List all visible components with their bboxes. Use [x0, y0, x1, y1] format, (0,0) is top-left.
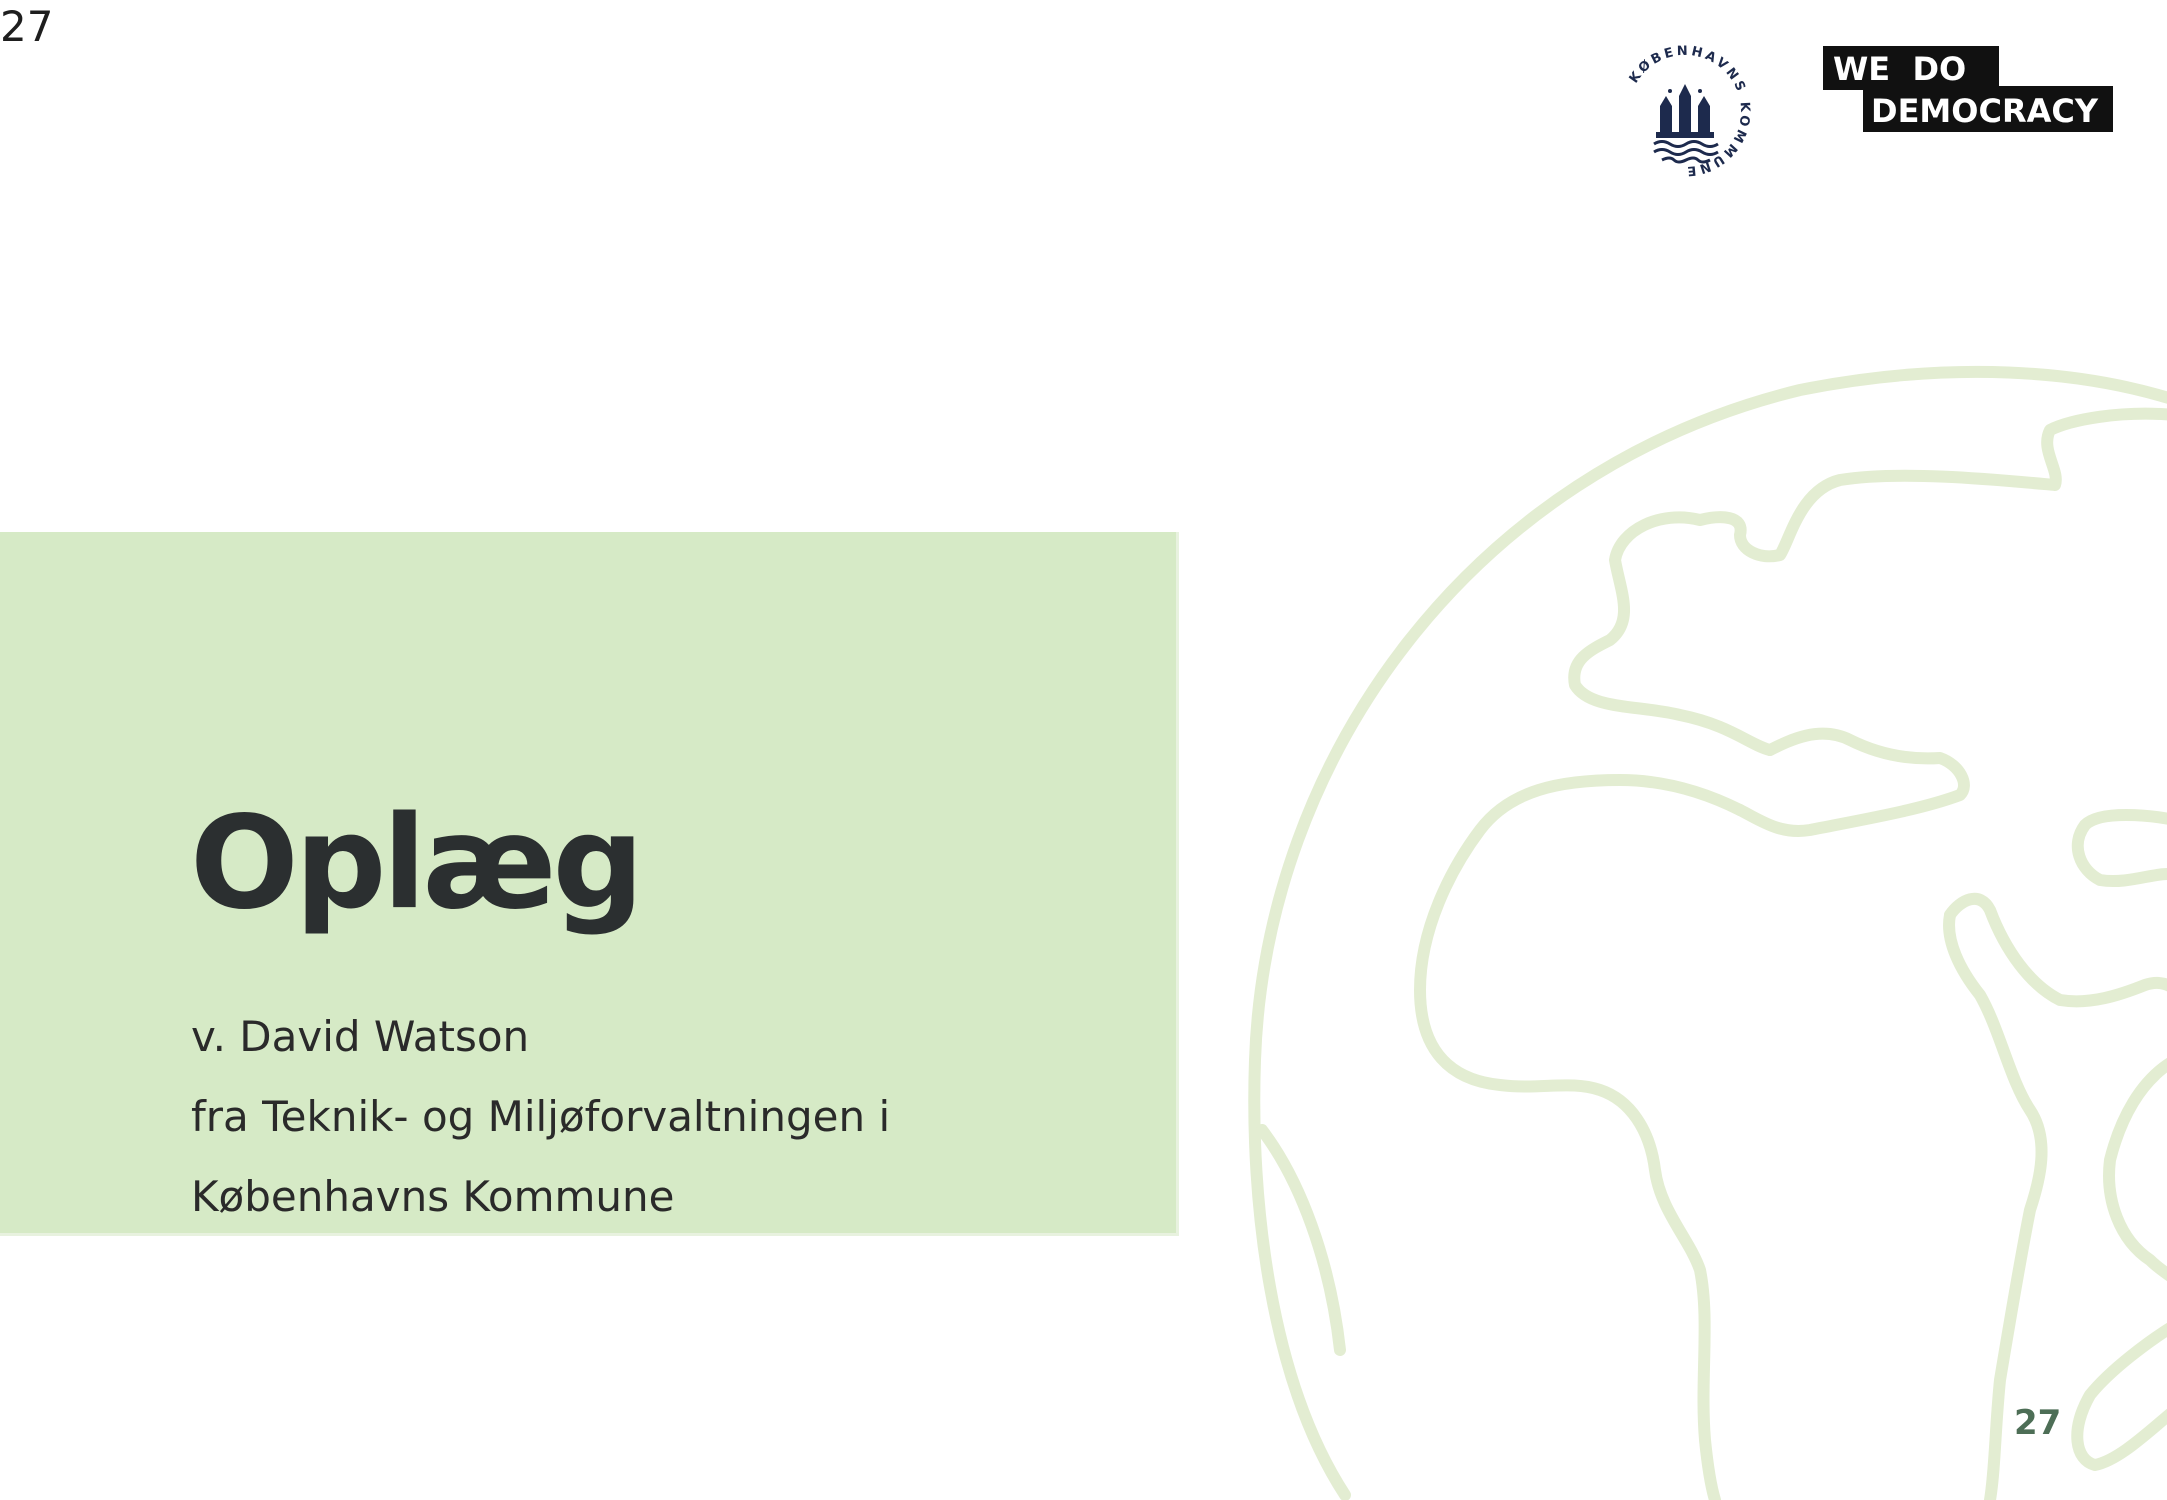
slide-title: Oplæg: [190, 789, 644, 938]
svg-text:WE DO: WE DO: [1833, 50, 1966, 88]
svg-text:DEMOCRACY: DEMOCRACY: [1871, 92, 2099, 130]
presenter-department: fra Teknik- og Miljøforvaltningen i: [191, 1092, 891, 1141]
copenhagen-seal-logo: KØBENHAVNS KOMMUNE: [1627, 44, 1750, 178]
presenter-name: v. David Watson: [191, 1012, 530, 1061]
we-do-democracy-logo: WE DO DEMOCRACY: [1823, 46, 2113, 132]
presenter-organization: Københavns Kommune: [191, 1172, 675, 1221]
page-number-bottom: 27: [2014, 1403, 2062, 1443]
